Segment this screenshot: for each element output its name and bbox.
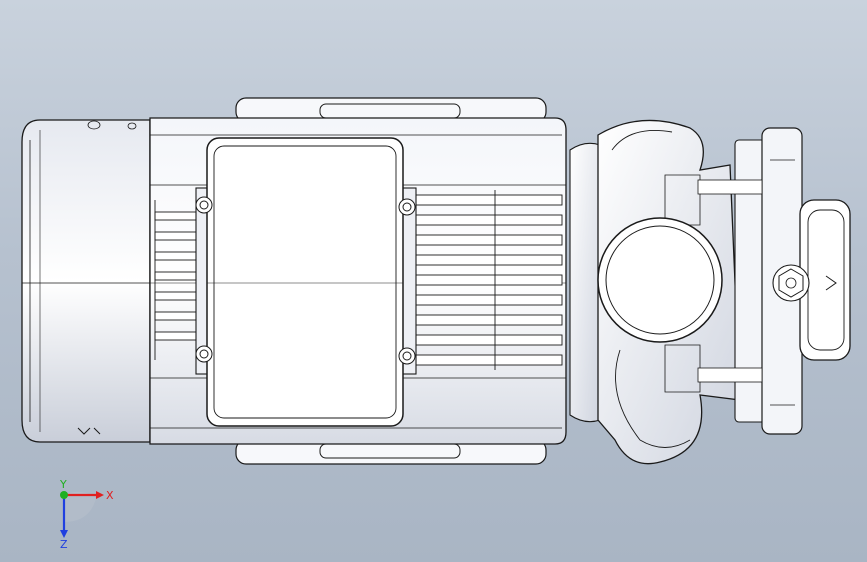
x-axis-arrowhead-icon — [96, 491, 104, 499]
y-axis-label: Y — [59, 480, 67, 491]
triad-plane-icon — [64, 491, 96, 522]
cad-viewport[interactable]: X Y Z — [0, 0, 867, 562]
x-axis-label: X — [106, 489, 114, 502]
coordinate-triad: X Y Z — [40, 478, 120, 551]
z-axis-label: Z — [60, 538, 68, 550]
z-axis-arrowhead-icon — [60, 530, 68, 538]
fan-cover — [21, 119, 151, 443]
terminal-box — [195, 137, 417, 427]
y-axis-dot-icon — [60, 491, 68, 499]
cooling-fins-right — [399, 190, 563, 370]
pump-model[interactable] — [0, 0, 867, 562]
discharge-port — [597, 217, 723, 343]
